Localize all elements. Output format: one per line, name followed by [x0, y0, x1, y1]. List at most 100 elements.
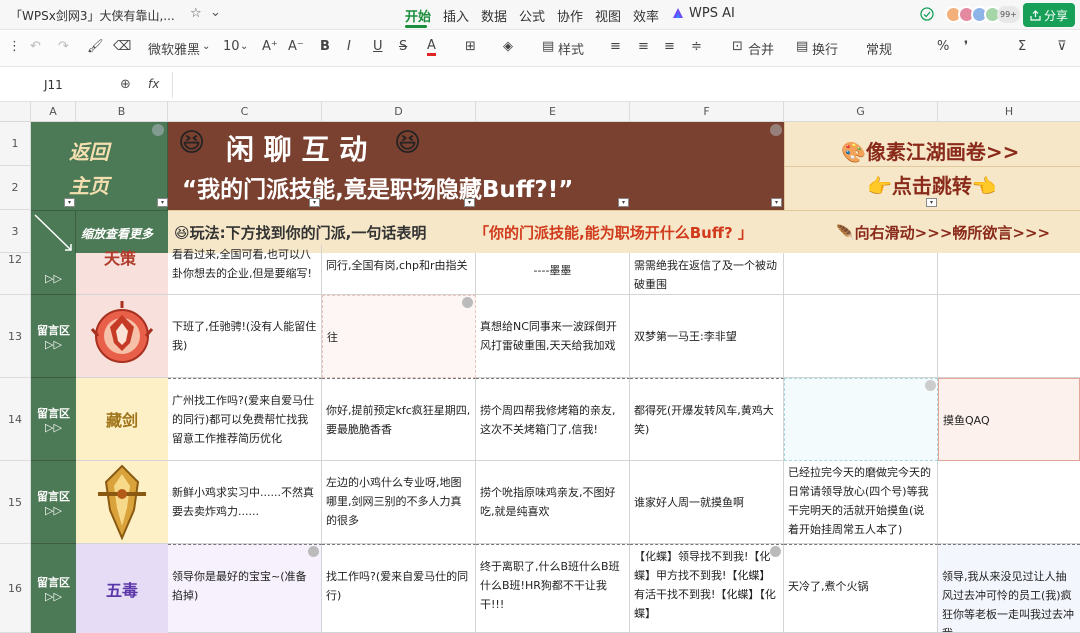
row-header[interactable]: 2: [0, 166, 31, 210]
column-header[interactable]: D: [322, 102, 476, 122]
comment-cell[interactable]: 广州找工作吗?(爱来自爱马仕的同行)都可以免费帮忙找我留意工作推荐简历优化: [168, 378, 322, 461]
align-left-icon[interactable]: ≡: [610, 39, 621, 54]
comment-cell[interactable]: 领导,我从来没见过让人抽风过去冲可怜的员工(我)疯狂你等老板一走叫我过去冲我一: [938, 544, 1080, 633]
bold-icon[interactable]: B: [320, 39, 330, 54]
row-header[interactable]: 15: [0, 461, 31, 544]
filter-dropdown-icon[interactable]: ▾: [926, 198, 937, 207]
underline-icon[interactable]: U: [373, 39, 383, 54]
comment-cell[interactable]: [938, 295, 1080, 378]
sum-icon[interactable]: Σ: [1018, 39, 1026, 54]
row-header[interactable]: 14: [0, 378, 31, 461]
comment-cell[interactable]: 下班了,任驰骋!(没有人能留住我): [168, 295, 322, 378]
comment-icon[interactable]: [308, 546, 319, 557]
comment-cell[interactable]: 新鲜小鸡求实习中......不然真要去卖炸鸡力......: [168, 461, 322, 544]
filter-dropdown-icon[interactable]: ▾: [309, 198, 320, 207]
comment-cell[interactable]: 天冷了,煮个火锅: [784, 544, 938, 633]
tab-start[interactable]: 开始: [405, 6, 431, 25]
undo-icon[interactable]: ↶: [30, 39, 41, 54]
vertical-align-icon[interactable]: ≑: [691, 39, 702, 54]
column-header[interactable]: F: [630, 102, 784, 122]
style-select[interactable]: 样式: [558, 39, 584, 58]
font-name-select[interactable]: 微软雅黑: [148, 39, 200, 58]
increase-font-icon[interactable]: A⁺: [262, 39, 278, 54]
row-header[interactable]: 1: [0, 122, 31, 166]
comment-cell[interactable]: 谁家好人周一就摸鱼啊: [630, 461, 784, 544]
comment-icon[interactable]: [770, 124, 782, 136]
comment-cell[interactable]: 左边的小鸡什么专业呀,地图哪里,剑网三别的不多人力真的很多: [322, 461, 476, 544]
back-home-cell[interactable]: 返回 主页 ▾ ▾: [31, 122, 168, 210]
eraser-icon[interactable]: ⌫: [113, 39, 131, 54]
comment-cell[interactable]: 往: [322, 295, 476, 378]
comment-cell[interactable]: 捞个周四帮我修烤箱的亲友,这次不关烤箱门了,信我!: [476, 378, 630, 461]
comment-cell[interactable]: [938, 461, 1080, 544]
comment-cell[interactable]: 同行,全国有岗,chp和r由指关: [322, 253, 476, 295]
style-icon[interactable]: ▤: [542, 39, 554, 54]
collaborator-count[interactable]: 99+: [997, 6, 1020, 23]
tab-view[interactable]: 视图: [595, 6, 621, 25]
tab-wps-ai[interactable]: WPS AI: [689, 6, 735, 21]
font-size-select[interactable]: 10: [223, 39, 240, 54]
comment-icon[interactable]: [462, 297, 473, 308]
comment-cell[interactable]: 真想给NC同事来一波踩倒开风打雷破重围,天天给我加戏: [476, 295, 630, 378]
comment-cell[interactable]: 找工作吗?(爱来自爱马仕的同行): [322, 544, 476, 633]
filter-dropdown-icon[interactable]: ▾: [157, 198, 168, 207]
more-icon[interactable]: ⋮: [8, 39, 21, 54]
comment-cell[interactable]: [784, 378, 938, 461]
filter-dropdown-icon[interactable]: ▾: [464, 198, 475, 207]
column-header[interactable]: C: [168, 102, 322, 122]
cloud-sync-icon[interactable]: [920, 7, 934, 21]
tab-collab[interactable]: 协作: [557, 6, 583, 25]
comment-cell[interactable]: 领导你是最好的宝宝~(准备掐掉): [168, 544, 322, 633]
tab-data[interactable]: 数据: [481, 6, 507, 25]
row-header[interactable]: 13: [0, 295, 31, 378]
column-header[interactable]: H: [938, 102, 1080, 122]
strikethrough-icon[interactable]: S: [399, 39, 407, 54]
column-header[interactable]: A: [31, 102, 76, 122]
select-all-corner[interactable]: [0, 102, 31, 122]
format-painter-icon[interactable]: 🖌: [87, 39, 104, 54]
comment-cell[interactable]: 看看过来,全国可看,也可以八卦你想去的企业,但是要缩写!: [168, 245, 322, 295]
border-icon[interactable]: ⊞: [465, 39, 476, 54]
row-header[interactable]: 12: [0, 253, 31, 295]
fx-icon[interactable]: fx: [148, 77, 159, 91]
decrease-font-icon[interactable]: A⁻: [288, 39, 304, 54]
name-box[interactable]: J11: [44, 78, 63, 92]
comment-cell[interactable]: 需需绝我在返信了及一个被动破重围: [630, 253, 784, 295]
font-color-icon[interactable]: A: [427, 39, 436, 56]
chevron-down-icon[interactable]: ⌄: [240, 41, 248, 52]
merge-button[interactable]: 合并: [748, 39, 774, 58]
comment-icon[interactable]: [925, 380, 936, 391]
comment-cell[interactable]: 捞个吮指原味鸡亲友,不图好吃,就是纯喜欢: [476, 461, 630, 544]
percent-icon[interactable]: %: [937, 39, 949, 54]
merge-icon[interactable]: ⊡: [732, 39, 743, 54]
filter-dropdown-icon[interactable]: ▾: [771, 198, 782, 207]
column-header[interactable]: E: [476, 102, 630, 122]
row-header[interactable]: 3: [0, 210, 31, 253]
comment-cell[interactable]: 都得死(开爆发转风车,黄鸡大笑): [630, 378, 784, 461]
fill-color-icon[interactable]: ◈: [503, 39, 513, 54]
align-center-icon[interactable]: ≡: [638, 39, 649, 54]
comment-cell[interactable]: 你好,提前预定kfc疯狂星期四,要最脆脆香香: [322, 378, 476, 461]
number-format-select[interactable]: 常规: [866, 39, 892, 58]
chevron-down-icon[interactable]: ⌄: [210, 5, 221, 20]
star-icon[interactable]: ☆: [190, 6, 202, 21]
comment-cell[interactable]: [784, 295, 938, 378]
row-header[interactable]: 16: [0, 544, 31, 633]
chevron-down-icon[interactable]: ⌄: [202, 41, 210, 52]
filter-dropdown-icon[interactable]: ▾: [618, 198, 629, 207]
column-header[interactable]: G: [784, 102, 938, 122]
comment-cell[interactable]: 终于离职了,什么B班什么B班什么B班!HR狗都不干让我干!!!: [476, 544, 630, 633]
tab-insert[interactable]: 插入: [443, 6, 469, 25]
comment-cell[interactable]: ----墨墨: [476, 253, 630, 295]
comment-cell[interactable]: 双梦第一马王:李非望: [630, 295, 784, 378]
comment-cell[interactable]: 摸鱼QAQ: [938, 378, 1080, 461]
redo-icon[interactable]: ↷: [58, 39, 69, 54]
document-title[interactable]: 「WPSx剑网3」大侠有靠山,...: [10, 7, 175, 24]
comment-icon[interactable]: [152, 124, 164, 136]
comment-cell[interactable]: 已经拉完今天的磨做完今天的日常请领导放心(四个号)等我干完明天的活就开始摸鱼(说…: [784, 461, 938, 544]
filter-dropdown-icon[interactable]: ▾: [64, 198, 75, 207]
zoom-icon[interactable]: ⊕: [120, 77, 131, 92]
comment-cell[interactable]: [938, 253, 1080, 295]
italic-icon[interactable]: I: [347, 39, 351, 54]
tab-formula[interactable]: 公式: [519, 6, 545, 25]
